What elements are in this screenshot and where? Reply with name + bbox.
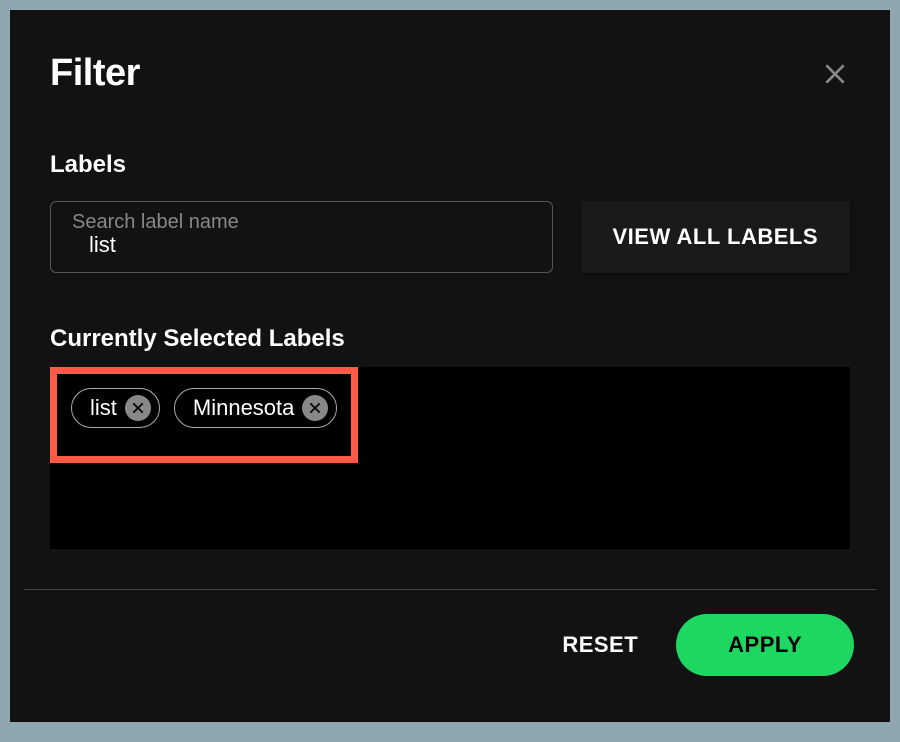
highlight-annotation: list Minnesota [50, 367, 358, 463]
chip-label: Minnesota [193, 395, 295, 421]
close-icon [131, 401, 145, 415]
close-icon [308, 401, 322, 415]
chip-remove-button[interactable] [125, 395, 151, 421]
dialog-footer: RESET APPLY [10, 590, 890, 700]
selected-labels-heading: Currently Selected Labels [50, 325, 850, 353]
close-button[interactable] [820, 59, 850, 89]
chip-label: list [90, 395, 117, 421]
search-input[interactable] [50, 201, 553, 273]
view-all-labels-button[interactable]: VIEW ALL LABELS [581, 201, 851, 273]
label-chip[interactable]: Minnesota [174, 388, 338, 428]
selected-labels-area: list Minnesota [50, 367, 850, 549]
label-chip[interactable]: list [71, 388, 160, 428]
reset-button[interactable]: RESET [554, 620, 646, 670]
dialog-title: Filter [50, 52, 140, 95]
labels-heading: Labels [50, 151, 850, 179]
filter-dialog: Filter Labels Search label name VIEW ALL… [10, 10, 890, 722]
search-wrapper: Search label name [50, 201, 553, 273]
search-row: Search label name VIEW ALL LABELS [50, 201, 850, 273]
close-icon [822, 61, 848, 87]
dialog-header: Filter [10, 10, 890, 95]
chip-remove-button[interactable] [302, 395, 328, 421]
apply-button[interactable]: APPLY [676, 614, 854, 676]
labels-section: Labels Search label name VIEW ALL LABELS… [10, 151, 890, 549]
